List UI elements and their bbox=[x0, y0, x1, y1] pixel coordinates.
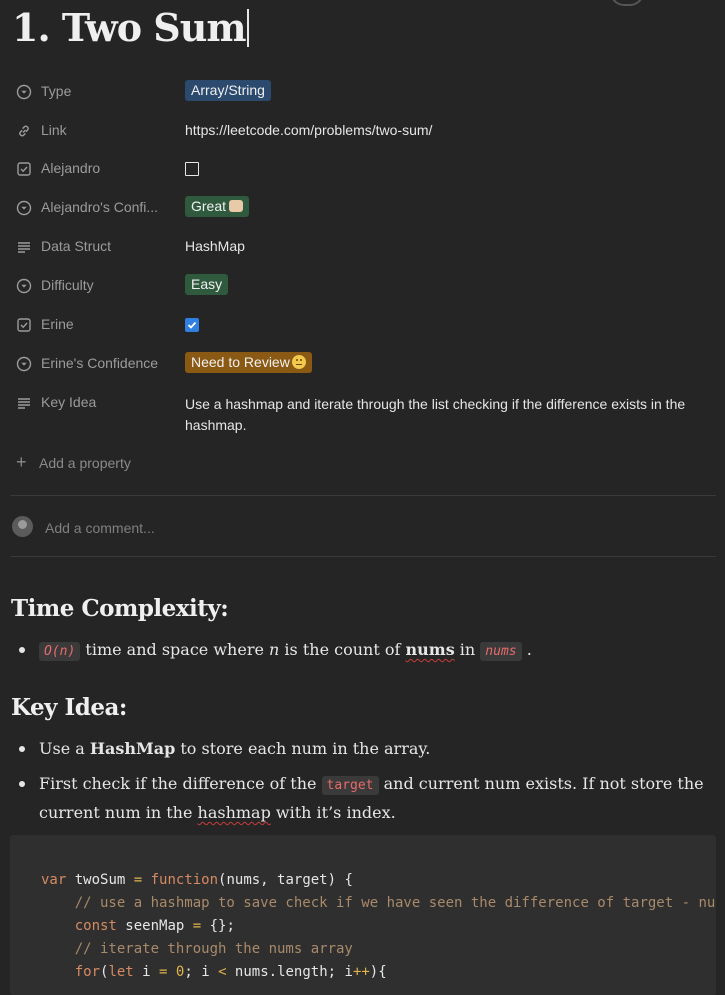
text-lines-icon bbox=[18, 242, 30, 253]
link-icon bbox=[19, 125, 29, 137]
select-icon bbox=[16, 84, 32, 100]
property-data-struct[interactable]: Data Struct HashMap bbox=[16, 235, 716, 259]
property-link[interactable]: Link https://leetcode.com/problems/two-s… bbox=[16, 119, 716, 143]
partial-avatar-icon bbox=[610, 0, 644, 6]
link-value[interactable]: https://leetcode.com/problems/two-sum/ bbox=[185, 119, 432, 138]
bullet-dot bbox=[19, 647, 25, 653]
select-icon bbox=[16, 200, 32, 216]
inline-code: nums bbox=[480, 642, 522, 661]
text-cursor bbox=[246, 9, 249, 47]
alejandro-checkbox[interactable] bbox=[185, 162, 199, 176]
checkbox-icon bbox=[17, 318, 31, 332]
select-icon bbox=[16, 356, 32, 372]
neutral-face-icon bbox=[291, 355, 306, 369]
comment-input[interactable]: Add a comment... bbox=[45, 520, 155, 536]
property-alejandro-confidence[interactable]: Alejandro's Confi... Great bbox=[16, 196, 716, 220]
list-item[interactable]: O(n) time and space where n is the count… bbox=[19, 636, 709, 663]
type-pill[interactable]: Array/String bbox=[185, 80, 271, 101]
select-icon bbox=[16, 278, 32, 294]
time-complexity-heading: Time Complexity: bbox=[11, 595, 229, 622]
key-idea-value[interactable]: Use a hashmap and iterate through the li… bbox=[185, 391, 715, 436]
avatar bbox=[12, 516, 33, 537]
code-block[interactable]: var twoSum = function(nums, target) { //… bbox=[10, 835, 716, 995]
bullet-dot bbox=[19, 746, 25, 752]
property-name: Alejandro's Confi... bbox=[41, 199, 159, 215]
property-erine[interactable]: Erine bbox=[16, 313, 716, 337]
property-name: Type bbox=[41, 83, 72, 99]
add-property-label: Add a property bbox=[39, 455, 131, 471]
divider bbox=[10, 495, 716, 496]
inline-code: target bbox=[321, 776, 379, 795]
property-alejandro[interactable]: Alejandro bbox=[16, 157, 716, 181]
confidence-pill[interactable]: Great bbox=[185, 196, 250, 217]
list-item[interactable]: Use a HashMap to store each num in the a… bbox=[19, 735, 709, 762]
add-property-button[interactable]: + Add a property bbox=[16, 452, 131, 473]
bullet-dot bbox=[19, 781, 25, 787]
property-erine-confidence[interactable]: Erine's Confidence Need to Review bbox=[16, 352, 716, 376]
erine-checkbox[interactable] bbox=[185, 318, 199, 332]
divider bbox=[10, 556, 716, 557]
property-name: Alejandro bbox=[41, 160, 101, 176]
property-name: Erine bbox=[41, 316, 74, 332]
key-idea-heading: Key Idea: bbox=[11, 694, 127, 721]
property-name: Link bbox=[41, 122, 67, 138]
property-name: Difficulty bbox=[41, 277, 94, 293]
difficulty-pill[interactable]: Easy bbox=[185, 274, 229, 295]
code-text: var twoSum = function(nums, target) { //… bbox=[41, 872, 716, 980]
list-item[interactable]: First check if the difference of the tar… bbox=[19, 770, 709, 824]
erine-confidence-pill[interactable]: Need to Review bbox=[185, 352, 312, 373]
plus-icon: + bbox=[16, 452, 27, 472]
property-key-idea[interactable]: Key Idea Use a hashmap and iterate throu… bbox=[16, 391, 716, 439]
property-name: Erine's Confidence bbox=[41, 355, 159, 371]
property-difficulty[interactable]: Difficulty Easy bbox=[16, 274, 716, 298]
checkbox-icon bbox=[17, 162, 31, 176]
text-lines-icon bbox=[18, 398, 30, 409]
property-type[interactable]: Type Array/String bbox=[16, 80, 716, 104]
inline-code: O(n) bbox=[39, 642, 81, 661]
page-title[interactable]: 1. Two Sum bbox=[12, 4, 249, 52]
thumbs-up-icon bbox=[229, 200, 244, 212]
property-name: Key Idea bbox=[41, 394, 97, 410]
data-struct-value[interactable]: HashMap bbox=[185, 235, 245, 254]
property-name: Data Struct bbox=[41, 238, 112, 254]
